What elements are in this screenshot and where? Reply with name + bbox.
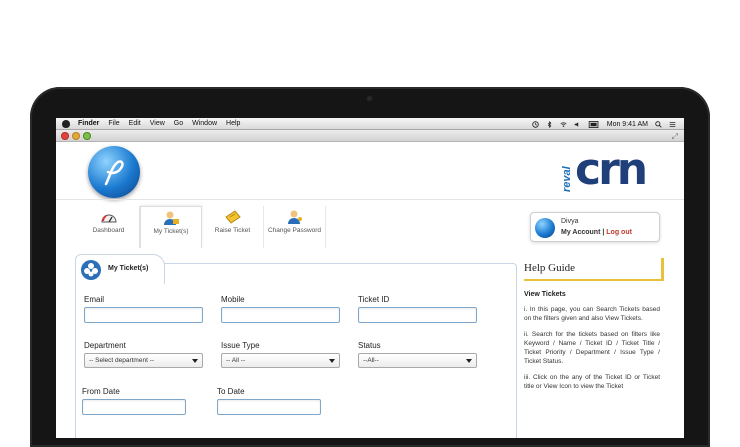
user-name: Divya [561,218,579,225]
menu-go[interactable]: Go [174,120,183,127]
menu-finder[interactable]: Finder [78,120,99,127]
wifi-icon[interactable] [560,121,567,128]
minimize-window-icon[interactable] [72,132,80,140]
volume-icon[interactable] [574,121,581,128]
logout-link[interactable]: Log out [606,229,632,236]
status-select-value: --All-- [363,357,379,364]
tickets-flower-icon [81,260,101,280]
ticket-icon [224,210,241,224]
logo-swirl-icon [104,160,124,186]
help-subtitle: View Tickets [524,291,566,298]
menubar-status: Mon 9:41 AM [532,118,676,130]
to-date-field[interactable] [217,399,321,415]
nav-my-tickets-label: My Ticket(s) [153,228,189,235]
status-select[interactable]: --All-- [358,353,477,368]
help-paragraph-3: iii. Click on the any of the Ticket ID o… [524,374,660,390]
email-label: Email [84,295,105,304]
chevron-down-icon [466,359,472,363]
my-account-link[interactable]: My Account [561,229,600,236]
user-account-box: Divya My Account | Log out [530,212,660,242]
from-date-field[interactable] [82,399,186,415]
ticket-id-field[interactable] [358,307,477,323]
nav-raise-ticket[interactable]: Raise Ticket [202,206,264,248]
nav-change-password-label: Change Password [267,227,322,234]
dashboard-gauge-icon [100,214,117,223]
web-page: reval crn Dashboard My Ticket(s) Raise T… [56,142,684,438]
time-machine-icon[interactable] [532,120,539,128]
bluetooth-icon[interactable] [546,120,553,128]
nav-change-password[interactable]: Change Password [264,206,326,248]
menu-help[interactable]: Help [226,120,240,127]
menubar-clock[interactable]: Mon 9:41 AM [607,121,648,128]
header-divider [56,199,684,200]
chevron-down-icon [329,359,335,363]
status-label: Status [358,341,381,350]
apple-icon[interactable] [62,119,70,128]
from-date-label: From Date [82,387,120,396]
department-label: Department [84,341,126,350]
list-icon[interactable] [669,121,676,128]
menu-edit[interactable]: Edit [129,120,141,127]
main-nav: Dashboard My Ticket(s) Raise Ticket Chan… [78,206,326,248]
reval-crn-brand: reval crn [561,144,651,196]
issue-type-select[interactable]: -- All -- [221,353,340,368]
mobile-label: Mobile [221,295,245,304]
nav-raise-ticket-label: Raise Ticket [214,227,251,234]
zoom-window-icon[interactable] [83,132,91,140]
issue-type-select-value: -- All -- [226,357,246,364]
my-tickets-panel: My Ticket(s) Email Mobile Ticket ID Depa… [75,254,517,438]
laptop-frame: Finder File Edit View Go Window Help Mon… [30,87,710,447]
screen: Finder File Edit View Go Window Help Mon… [56,118,684,438]
window-titlebar: ⤢ [56,130,684,142]
department-select-value: -- Select department -- [89,357,155,364]
camera [366,95,373,102]
search-icon[interactable] [655,120,662,128]
to-date-label: To Date [217,387,245,396]
user-ticket-icon [164,211,179,225]
mobile-field[interactable] [221,307,340,323]
help-paragraph-1: i. In this page, you can Search Tickets … [524,306,660,322]
battery-icon[interactable] [588,120,600,128]
nav-my-tickets[interactable]: My Ticket(s) [140,206,202,248]
ticket-id-label: Ticket ID [358,295,390,304]
mac-menubar: Finder File Edit View Go Window Help Mon… [56,118,684,130]
panel-title: My Ticket(s) [108,265,149,272]
close-window-icon[interactable] [61,132,69,140]
email-field[interactable] [84,307,203,323]
company-logo[interactable] [88,146,140,198]
nav-dashboard-label: Dashboard [92,227,125,234]
help-title: Help Guide [524,258,664,281]
menu-view[interactable]: View [150,120,165,127]
help-paragraph-2: ii. Search for the tickets based on filt… [524,331,660,365]
chevron-down-icon [192,359,198,363]
help-guide: Help Guide View Tickets i. In this page,… [524,258,664,438]
account-links: My Account | Log out [561,229,632,236]
avatar [535,218,555,238]
issue-type-label: Issue Type [221,341,260,350]
department-select[interactable]: -- Select department -- [84,353,203,368]
fullscreen-icon[interactable]: ⤢ [672,132,678,142]
brand-reval-text: reval [561,166,573,192]
panel-tab: My Ticket(s) [75,254,165,284]
nav-dashboard[interactable]: Dashboard [78,206,140,248]
menu-window[interactable]: Window [192,120,217,127]
user-key-icon [287,210,302,224]
brand-crn-text: crn [575,144,648,195]
menu-file[interactable]: File [108,120,119,127]
